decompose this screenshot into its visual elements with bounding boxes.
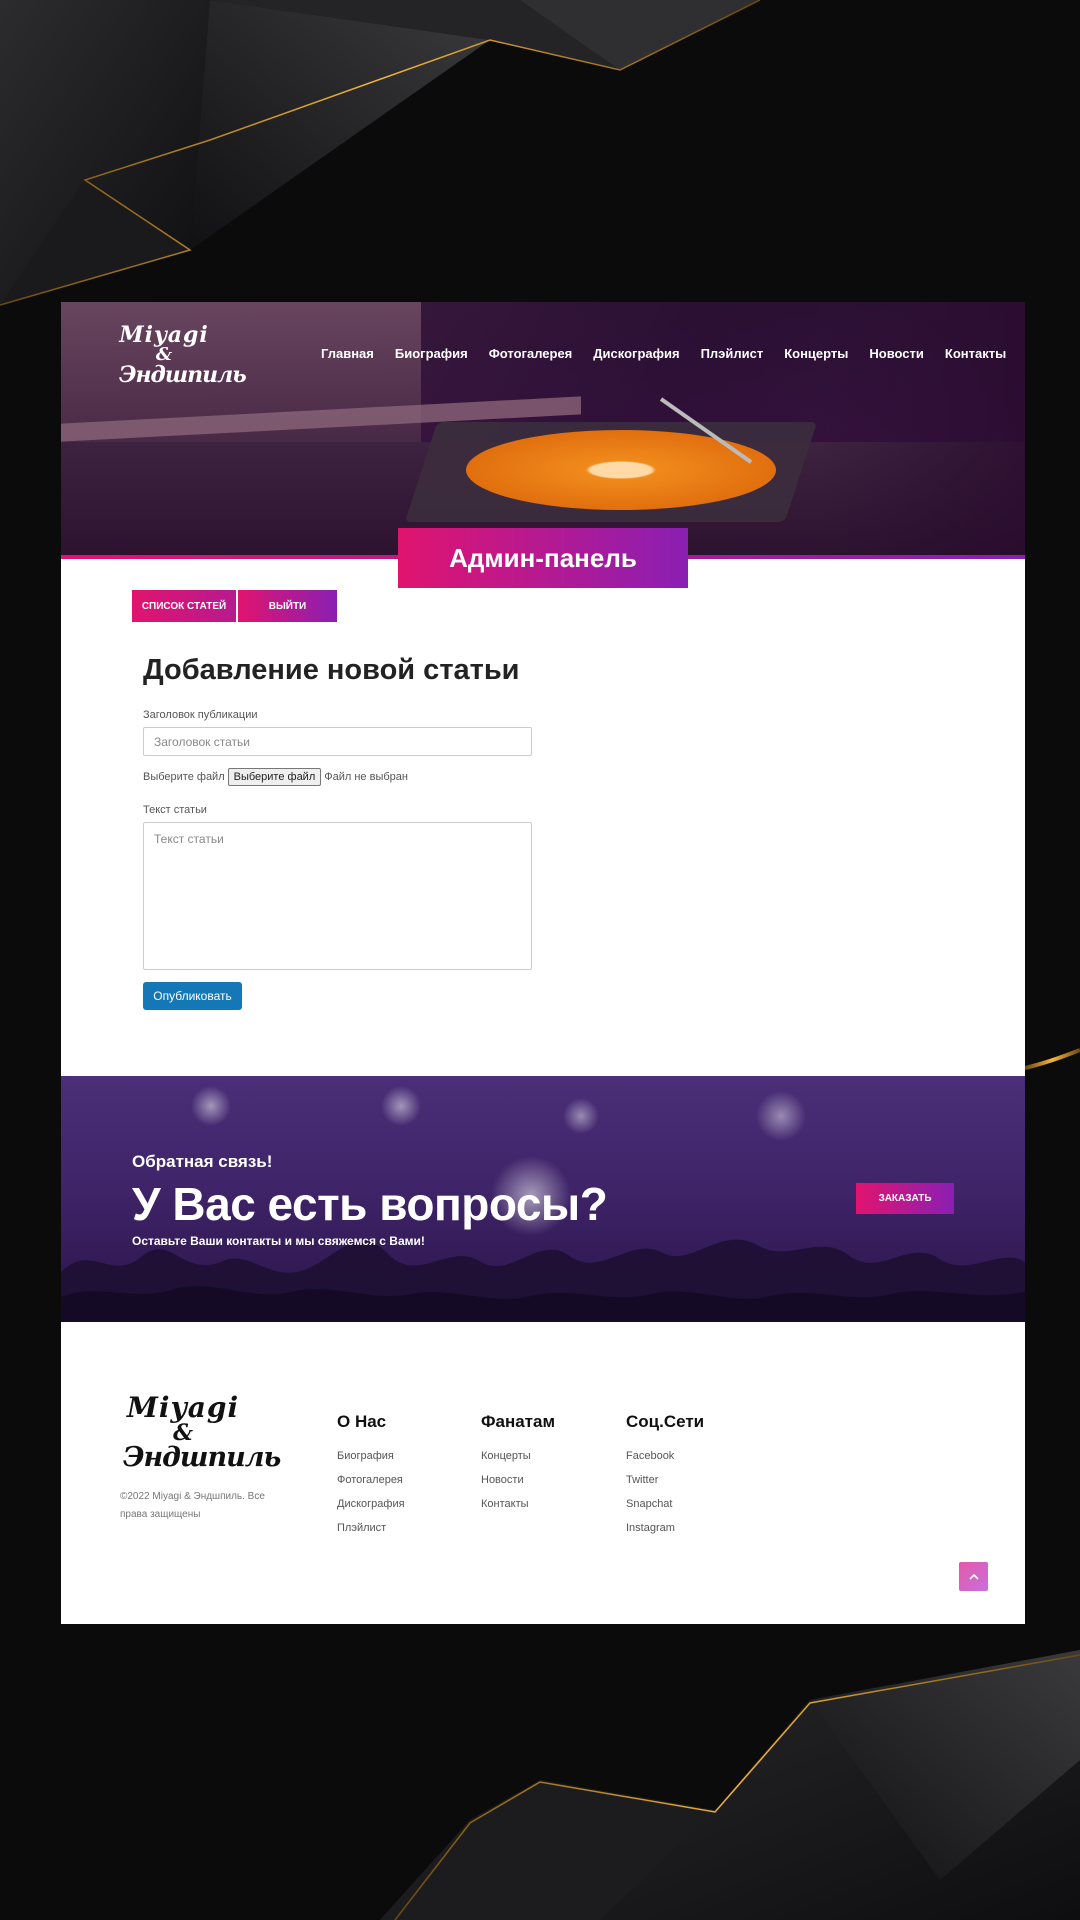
chevron-up-icon: [968, 1573, 979, 1580]
footer-logo[interactable]: Miyagi & Эндшпиль: [123, 1391, 281, 1473]
nav-item-home[interactable]: Главная: [321, 346, 374, 361]
nav-item-playlist[interactable]: Плэйлист: [701, 346, 764, 361]
page-title: Админ-панель: [398, 528, 688, 588]
logo-line-3: Эндшпиль: [119, 362, 247, 388]
page-card: Miyagi & Эндшпиль Главная Биография Фото…: [61, 302, 1025, 1624]
footer-link-gallery[interactable]: Фотогалерея: [337, 1474, 405, 1486]
footer-link-facebook[interactable]: Facebook: [626, 1450, 704, 1462]
hero-shade: [821, 302, 1025, 558]
nav-item-biography[interactable]: Биография: [395, 346, 468, 361]
footer-link-contacts[interactable]: Контакты: [481, 1498, 555, 1510]
logout-button[interactable]: ВЫЙТИ: [238, 590, 337, 622]
headline-label: Заголовок публикации: [143, 709, 258, 721]
scroll-to-top-button[interactable]: [959, 1562, 988, 1591]
copyright-text: ©2022 Miyagi & Эндшпиль. Все права защищ…: [120, 1491, 265, 1520]
publish-button[interactable]: Опубликовать: [143, 982, 242, 1010]
nav-item-discography[interactable]: Дискография: [593, 346, 679, 361]
footer-column-fans: Фанатам Концерты Новости Контакты: [481, 1412, 555, 1522]
footer-link-instagram[interactable]: Instagram: [626, 1522, 704, 1534]
choose-file-button[interactable]: Выберите файл: [227, 768, 322, 786]
site-logo[interactable]: Miyagi & Эндшпиль: [119, 322, 247, 388]
footer-link-playlist[interactable]: Плэйлист: [337, 1522, 405, 1534]
site-footer: Miyagi & Эндшпиль ©2022 Miyagi & Эндшпил…: [61, 1322, 1025, 1624]
file-label: Выберите файл: [143, 771, 225, 783]
main-nav: Главная Биография Фотогалерея Дискографи…: [321, 346, 1006, 361]
nav-item-gallery[interactable]: Фотогалерея: [489, 346, 573, 361]
text-label: Текст статьи: [143, 804, 207, 816]
footer-link-concerts[interactable]: Концерты: [481, 1450, 555, 1462]
article-text-placeholder: Текст статьи: [154, 832, 224, 846]
form-title: Добавление новой статьи: [143, 654, 520, 686]
headline-input[interactable]: Заголовок статьи: [143, 727, 532, 756]
nav-item-contacts[interactable]: Контакты: [945, 346, 1006, 361]
nav-item-news[interactable]: Новости: [869, 346, 924, 361]
nav-item-concerts[interactable]: Концерты: [784, 346, 848, 361]
articles-list-button[interactable]: СПИСОК СТАТЕЙ: [132, 590, 236, 622]
footer-link-news[interactable]: Новости: [481, 1474, 555, 1486]
feedback-title: У Вас есть вопросы?: [132, 1178, 608, 1230]
order-button[interactable]: ЗАКАЗАТЬ: [856, 1183, 954, 1214]
hero-banner: Miyagi & Эндшпиль Главная Биография Фото…: [61, 302, 1025, 559]
footer-column-title: Фанатам: [481, 1412, 556, 1431]
footer-link-discography[interactable]: Дискография: [337, 1498, 405, 1510]
footer-link-biography[interactable]: Биография: [337, 1450, 405, 1462]
logo-line-1: Miyagi: [119, 322, 209, 348]
footer-link-snapchat[interactable]: Snapchat: [626, 1498, 704, 1510]
article-text-area[interactable]: Текст статьи: [143, 822, 532, 970]
admin-button-row: СПИСОК СТАТЕЙ ВЫЙТИ: [132, 590, 337, 622]
footer-logo-line-1: Miyagi: [126, 1391, 240, 1424]
footer-column-about: О Нас Биография Фотогалерея Дискография …: [337, 1412, 405, 1546]
footer-column-title: О Нас: [337, 1412, 387, 1431]
feedback-text: Оставьте Ваши контакты и мы свяжемся с В…: [132, 1234, 425, 1248]
footer-column-title: Соц.Сети: [626, 1412, 705, 1431]
footer-link-twitter[interactable]: Twitter: [626, 1474, 704, 1486]
feedback-banner: Обратная связь! У Вас есть вопросы? Оста…: [61, 1076, 1025, 1322]
footer-logo-line-2: &: [173, 1420, 193, 1446]
hero-record: [466, 430, 776, 510]
new-article-form: Добавление новой статьи Заголовок публик…: [143, 654, 543, 1010]
feedback-subtitle: Обратная связь!: [132, 1152, 273, 1171]
footer-column-social: Соц.Сети Facebook Twitter Snapchat Insta…: [626, 1412, 704, 1546]
file-picker-row: Выберите файл Выберите файл Файл не выбр…: [143, 768, 543, 786]
file-status: Файл не выбран: [324, 771, 408, 783]
headline-placeholder: Заголовок статьи: [154, 734, 250, 749]
footer-logo-line-3: Эндшпиль: [123, 1442, 281, 1473]
